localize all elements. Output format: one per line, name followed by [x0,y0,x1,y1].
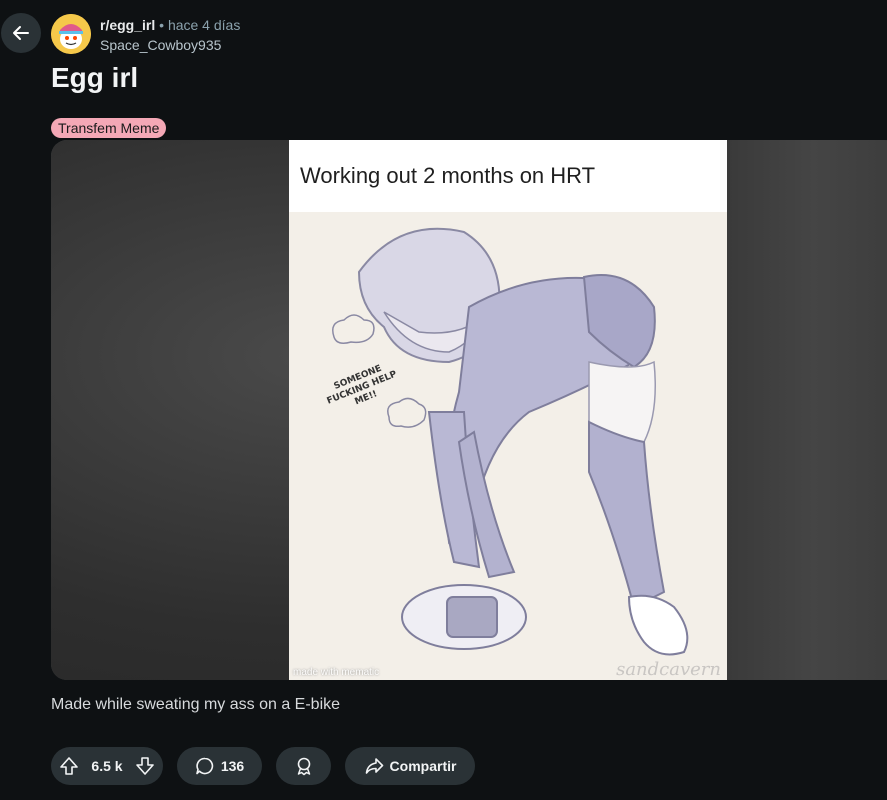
share-button[interactable]: Compartir [345,747,475,785]
upvote-icon [60,757,78,775]
post-body-text: Made while sweating my ass on a E-bike [51,696,341,713]
meme-watermark: made with mematic [293,667,380,678]
back-button[interactable] [1,13,41,53]
post-title: Egg irl [51,62,139,93]
media-blur-right [727,140,887,680]
meme-image: Working out 2 months on HRT SOMEONE FUCK… [289,140,727,680]
comment-bubble-icon [196,757,214,775]
downvote-button[interactable] [135,756,155,776]
author-link[interactable]: Space_Cowboy935 [100,36,221,54]
post-media[interactable]: Working out 2 months on HRT SOMEONE FUCK… [51,140,887,680]
post-time: hace 4 días [167,17,241,33]
meme-caption: Working out 2 months on HRT [300,163,596,188]
post-action-bar: 6.5 k 136 Compartir [51,747,475,785]
meme-caption-box: Working out 2 months on HRT [289,140,727,212]
comment-count: 136 [220,758,245,774]
post-flair[interactable]: Transfem Meme [51,118,167,138]
meme-illustration [289,212,727,680]
artist-signature: sandcavern [616,659,721,680]
share-arrow-icon [365,758,383,774]
share-label: Compartir [389,758,457,774]
post-meta: r/egg_irl • hace 4 días [100,16,240,34]
upvote-button[interactable] [59,756,79,776]
vote-count: 6.5 k [91,758,123,774]
vote-control: 6.5 k [51,747,163,785]
award-button[interactable] [276,747,331,785]
back-arrow-icon [13,26,29,40]
subreddit-avatar[interactable] [51,14,91,54]
downvote-icon [136,757,154,775]
meta-separator: • [159,17,165,33]
subreddit-link[interactable]: r/egg_irl [100,17,155,33]
award-icon [297,757,310,776]
snoo-avatar-icon [51,14,91,54]
comments-button[interactable]: 136 [177,747,262,785]
